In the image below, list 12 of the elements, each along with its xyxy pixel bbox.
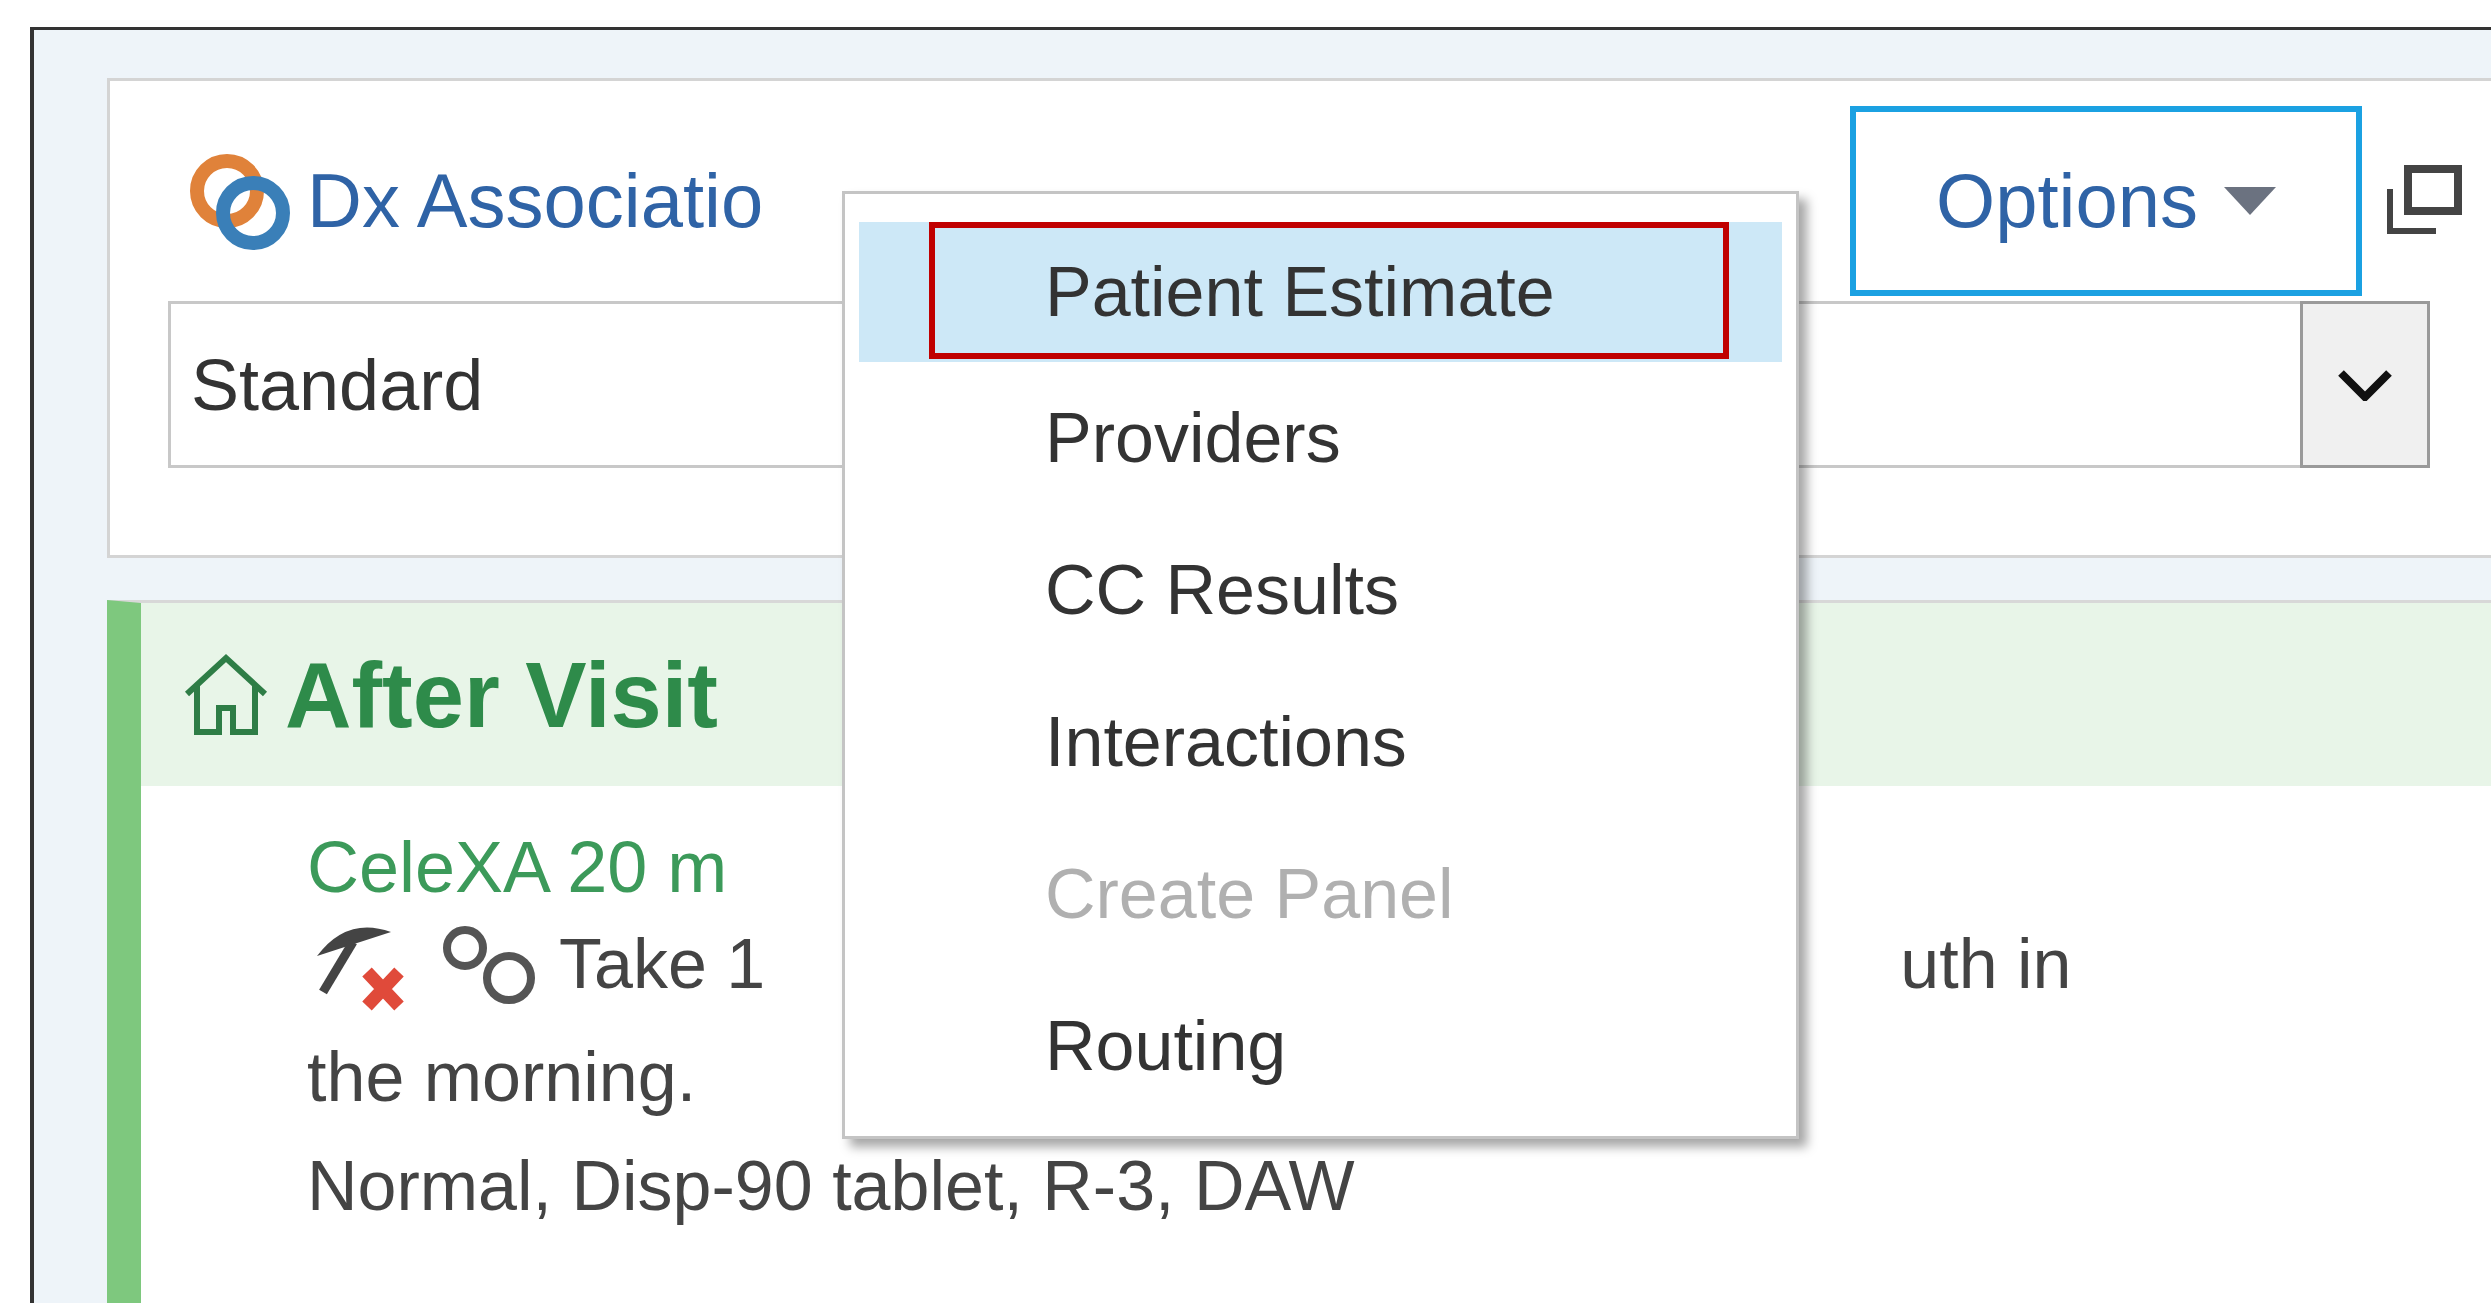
medication-name[interactable]: CeleXA 20 m <box>307 824 728 910</box>
dispense-details: Normal, Disp-90 tablet, R-3, DAW <box>307 1146 1355 1227</box>
sig-text: Take 1 <box>559 923 766 1005</box>
sig-text: the morning. <box>307 1037 697 1118</box>
popout-icon[interactable] <box>2384 165 2464 237</box>
caret-down-icon <box>2223 187 2276 215</box>
section-title: After Visit <box>285 648 718 741</box>
dx-association-link[interactable]: Dx Associatio <box>307 163 764 239</box>
options-button[interactable]: Options <box>1850 106 2362 296</box>
sig-text: uth in <box>1900 923 2072 1005</box>
chevron-down-icon <box>2337 368 2393 401</box>
menu-item[interactable]: Patient Estimate <box>859 222 1782 362</box>
